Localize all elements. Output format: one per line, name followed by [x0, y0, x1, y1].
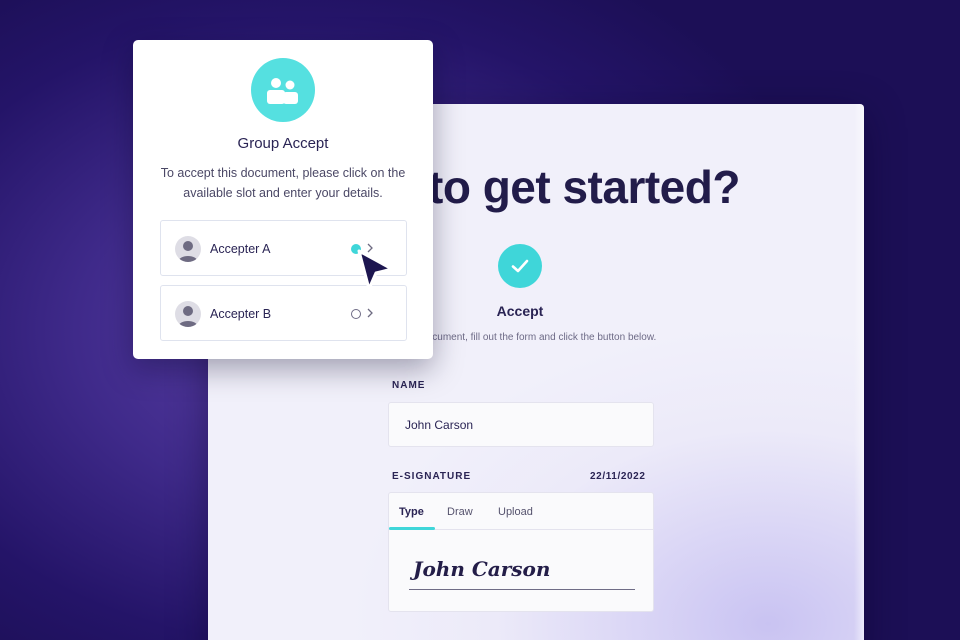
name-input[interactable]: John Carson: [388, 402, 654, 447]
group-accept-title: Group Accept: [237, 135, 329, 152]
mouse-cursor-icon: [357, 249, 394, 291]
slot-b-radio[interactable]: [351, 309, 361, 319]
tab-upload[interactable]: Upload: [498, 506, 533, 518]
group-accept-description: To accept this document, please click on…: [160, 166, 406, 200]
signature-tabs: Type Draw Upload: [389, 493, 653, 530]
esignature-label: E-SIGNATURE: [392, 471, 472, 482]
accept-check-icon: [498, 244, 542, 288]
tab-type[interactable]: Type: [399, 506, 424, 518]
accept-title: Accept: [496, 303, 544, 319]
signature-line: [409, 589, 635, 590]
signature-date: 22/11/2022: [590, 471, 646, 482]
tab-draw[interactable]: Draw: [447, 506, 473, 518]
chevron-right-icon: [367, 308, 373, 318]
signature-text: John Carson: [413, 557, 551, 581]
avatar-icon: [175, 301, 201, 327]
accepter-a-label: Accepter A: [210, 242, 271, 256]
group-accept-card: Group Accept To accept this document, pl…: [133, 40, 433, 359]
headline-text: to get started?: [428, 161, 740, 213]
group-users-icon: [251, 58, 315, 122]
active-tab-indicator: [389, 527, 435, 530]
accepter-b-label: Accepter B: [210, 307, 272, 321]
name-label: NAME: [392, 380, 426, 391]
signature-box[interactable]: Type Draw Upload John Carson: [388, 492, 654, 612]
avatar-icon: [175, 236, 201, 262]
